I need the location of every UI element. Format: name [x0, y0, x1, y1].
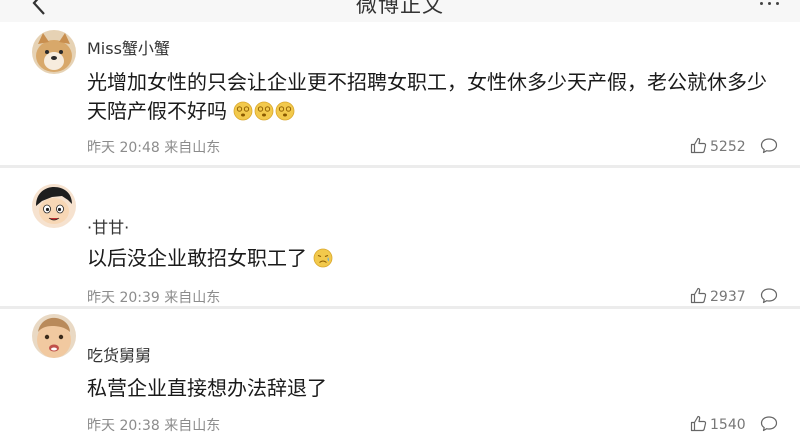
comment-location: 来自山东	[164, 140, 221, 156]
username[interactable]: Miss蟹小蟹	[87, 35, 170, 59]
like-button[interactable]: 2937	[690, 287, 746, 305]
dizzy-face-emoji-icon	[233, 101, 253, 121]
like-button[interactable]: 1540	[690, 415, 746, 433]
thumbs-up-icon	[690, 137, 707, 154]
more-button[interactable]	[756, 0, 786, 12]
cartoon-boy-avatar-icon	[32, 184, 76, 228]
comment-meta: 昨天 20:48 来自山东	[87, 137, 220, 157]
more-icon	[760, 2, 763, 5]
baby-avatar-icon	[32, 314, 76, 358]
comment-meta: 昨天 20:38 来自山东	[87, 415, 220, 435]
like-button[interactable]: 5252	[690, 137, 746, 155]
username[interactable]: 吃货舅舅	[87, 342, 151, 366]
reply-button[interactable]	[760, 137, 778, 158]
avatar[interactable]	[32, 314, 76, 358]
avatar[interactable]	[32, 30, 76, 74]
comment-meta: 昨天 20:39 来自山东	[87, 287, 220, 307]
like-count: 5252	[710, 139, 746, 155]
top-bar: 微博正文	[0, 0, 800, 22]
thumbs-up-icon	[690, 415, 707, 432]
sad-face-emoji-icon	[313, 248, 333, 268]
comment-item: Miss蟹小蟹 光增加女性的只会让企业更不招聘女职工，女性休多少天产假，老公就休…	[0, 22, 800, 165]
reply-button[interactable]	[760, 415, 778, 436]
comment-time: 昨天 20:39	[87, 290, 160, 306]
avatar[interactable]	[32, 184, 76, 228]
comment-item: 吃货舅舅 私营企业直接想办法辞退了 昨天 20:38 来自山东 1540	[0, 309, 800, 439]
thumbs-up-icon	[690, 287, 707, 304]
comment-text: 以后没企业敢招女职工了	[87, 244, 777, 273]
comment-bubble-icon	[760, 138, 778, 154]
dizzy-face-emoji-icon	[275, 101, 295, 121]
like-count: 1540	[710, 417, 746, 433]
reply-button[interactable]	[760, 287, 778, 308]
comment-text: 私营企业直接想办法辞退了	[87, 376, 327, 400]
comment-location: 来自山东	[164, 290, 221, 306]
dizzy-face-emoji-icon	[254, 101, 274, 121]
comment-bubble-icon	[760, 416, 778, 432]
comment-bubble-icon	[760, 288, 778, 304]
page-title: 微博正文	[356, 0, 444, 17]
comment-time: 昨天 20:48	[87, 140, 160, 156]
like-count: 2937	[710, 289, 746, 305]
comment-text: 光增加女性的只会让企业更不招聘女职工，女性休多少天产假，老公就休多少天陪产假不好…	[87, 70, 767, 123]
comment-location: 来自山东	[164, 418, 221, 434]
username[interactable]: ·甘甘·	[87, 214, 129, 238]
comment-item: ·甘甘· 以后没企业敢招女职工了 昨天 20:39 来自山东 2937	[0, 168, 800, 306]
comment-time: 昨天 20:38	[87, 418, 160, 434]
shiba-dog-avatar-icon	[32, 30, 76, 74]
